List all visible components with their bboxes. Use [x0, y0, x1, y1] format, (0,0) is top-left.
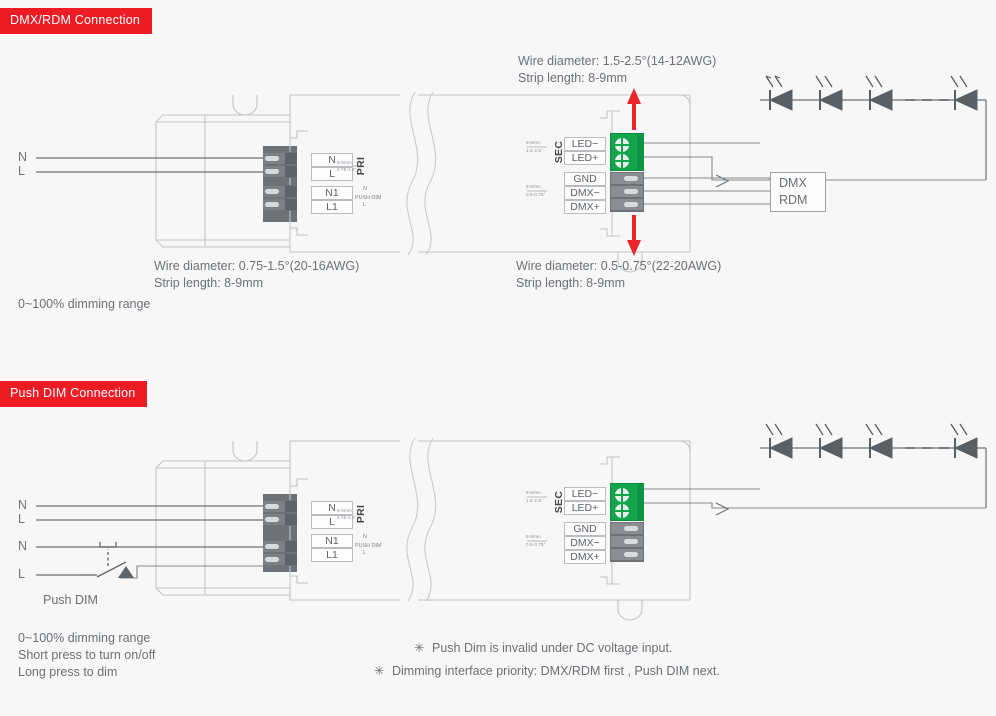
input-label-l-top: L — [18, 164, 25, 178]
push-input-label-n2: N — [18, 539, 28, 553]
pri-gauge-bot: 0.75-1.5° — [337, 167, 357, 172]
wire-spec-dmx-line2: Strip length: 8-9mm — [516, 276, 626, 290]
dmx-gauge-top: 8-9mm — [526, 184, 541, 189]
push-dmx-gauge-top: 8-9mm — [526, 534, 541, 539]
dmx-mains-wires — [36, 157, 272, 173]
push-pri-label: PRI — [355, 504, 367, 524]
push-input-label-l2: L — [18, 567, 25, 581]
sec-terminal-led-minus: LED− — [564, 137, 606, 151]
pri-label: PRI — [355, 156, 367, 176]
gauge-marks — [337, 146, 547, 542]
push-break-lines — [406, 437, 437, 602]
input-label-n-top: N — [18, 150, 28, 164]
push-note-1: 0~100% dimming range — [18, 631, 151, 645]
push-input-label-n1: N — [18, 498, 28, 512]
section-title-dmx: DMX/RDM Connection — [0, 8, 153, 34]
green-output-connector — [610, 133, 644, 171]
flow-arrow-icon — [715, 174, 730, 188]
pri-gauge-top: 8-9mm — [337, 160, 352, 165]
sec-gauge-bot: 1.5-2.5° — [526, 148, 543, 153]
push-pin-n-b: N — [363, 534, 367, 540]
push-pri-gauge-bot: 0.75-1.5° — [337, 515, 357, 520]
dmx-led-strip — [760, 99, 987, 180]
push-button-switch-icon — [80, 542, 160, 579]
flow-arrow-icon-2 — [715, 502, 730, 516]
push-sec-gauge-top: 8-9mm — [526, 490, 541, 495]
controller-line-dmx: DMX — [779, 176, 807, 190]
dmx-led-symbols — [765, 75, 978, 111]
push-note-3: Long press to dim — [18, 665, 118, 679]
footnote-text-1: Push Dim is invalid under DC voltage inp… — [432, 641, 673, 655]
sec-gauge-top: 8-9mm — [526, 140, 541, 145]
push-terminal-n1: N1 — [311, 186, 353, 200]
dmx-signal-connector — [610, 172, 644, 212]
push-terminal-n1-b: N1 — [311, 534, 353, 548]
controller-line-rdm: RDM — [779, 193, 808, 207]
push-sec-terminal-dmx-plus: DMX+ — [564, 550, 606, 564]
dmx-signal-wires — [643, 177, 771, 205]
wire-spec-sec-line1: Wire diameter: 1.5-2.5°(14-12AWG) — [518, 54, 717, 68]
push-pin-n: N — [363, 186, 367, 192]
dmx-pri-terminal-block — [263, 152, 297, 178]
push-pri-terminal-block — [263, 500, 297, 526]
sec-terminal-led-plus: LED+ — [564, 151, 606, 165]
push-dim-caption-b: PUSH DIM — [355, 543, 382, 549]
push-dim-caption: PUSH DIM — [355, 195, 382, 201]
push-mains-wires — [36, 505, 272, 576]
push-pin-l-b: L — [363, 550, 366, 556]
footnote-text-2: Dimming interface priority: DMX/RDM firs… — [392, 664, 720, 678]
push-green-output-connector — [610, 483, 644, 521]
dmx-driver-right-body — [418, 94, 691, 273]
push-dim-switch-caption: Push DIM — [43, 593, 98, 607]
wire-spec-pri-line1: Wire diameter: 0.75-1.5°(20-16AWG) — [154, 259, 360, 273]
push-terminal-l1: L1 — [311, 200, 353, 214]
wire-spec-dmx-line1: Wire diameter: 0.5-0.75°(22-20AWG) — [516, 259, 722, 273]
dmx-gauge-bot: 0.5-0.75° — [526, 192, 546, 197]
push-input-label-l1: L — [18, 512, 25, 526]
sec-terminal-dmx-plus: DMX+ — [564, 200, 606, 214]
push-led-output-wires — [643, 488, 986, 509]
footnote-marker-2: ✳ — [374, 664, 385, 678]
push-sec-terminal-led-minus: LED− — [564, 487, 606, 501]
push-sec-terminal-led-plus: LED+ — [564, 501, 606, 515]
push-sec-terminal-dmx-minus: DMX− — [564, 536, 606, 550]
push-dmx-signal-connector — [610, 522, 644, 562]
push-terminal-l1-b: L1 — [311, 548, 353, 562]
push-note-2: Short press to turn on/off — [18, 648, 156, 662]
push-sec-terminal-gnd: GND — [564, 522, 606, 536]
wire-spec-pri-line2: Strip length: 8-9mm — [154, 276, 264, 290]
push-button-contact — [118, 566, 134, 578]
push-sec-gauge-bot: 1.5-2.5° — [526, 498, 543, 503]
push-driver-right-body — [418, 440, 691, 621]
dmx-note-dimming-range: 0~100% dimming range — [18, 297, 151, 311]
push-led-symbols — [765, 423, 978, 459]
section-title-push: Push DIM Connection — [0, 381, 148, 407]
break-lines — [406, 91, 437, 256]
push-push-terminal-block — [263, 540, 297, 566]
footnote-marker-1: ✳ — [414, 641, 425, 655]
wiring-diagram-canvas — [36, 75, 987, 621]
push-dmx-gauge-bot: 0.5-0.75° — [526, 542, 546, 547]
push-pri-gauge-top: 8-9mm — [337, 508, 352, 513]
sec-terminal-dmx-minus: DMX− — [564, 186, 606, 200]
push-led-strip — [760, 447, 987, 508]
sec-terminal-gnd: GND — [564, 172, 606, 186]
push-pin-l: L — [363, 202, 366, 208]
dmx-rdm-controller-box: DMX RDM — [770, 172, 826, 212]
dmx-push-terminal-block — [263, 185, 297, 211]
wire-spec-sec-line2: Strip length: 8-9mm — [518, 71, 628, 85]
